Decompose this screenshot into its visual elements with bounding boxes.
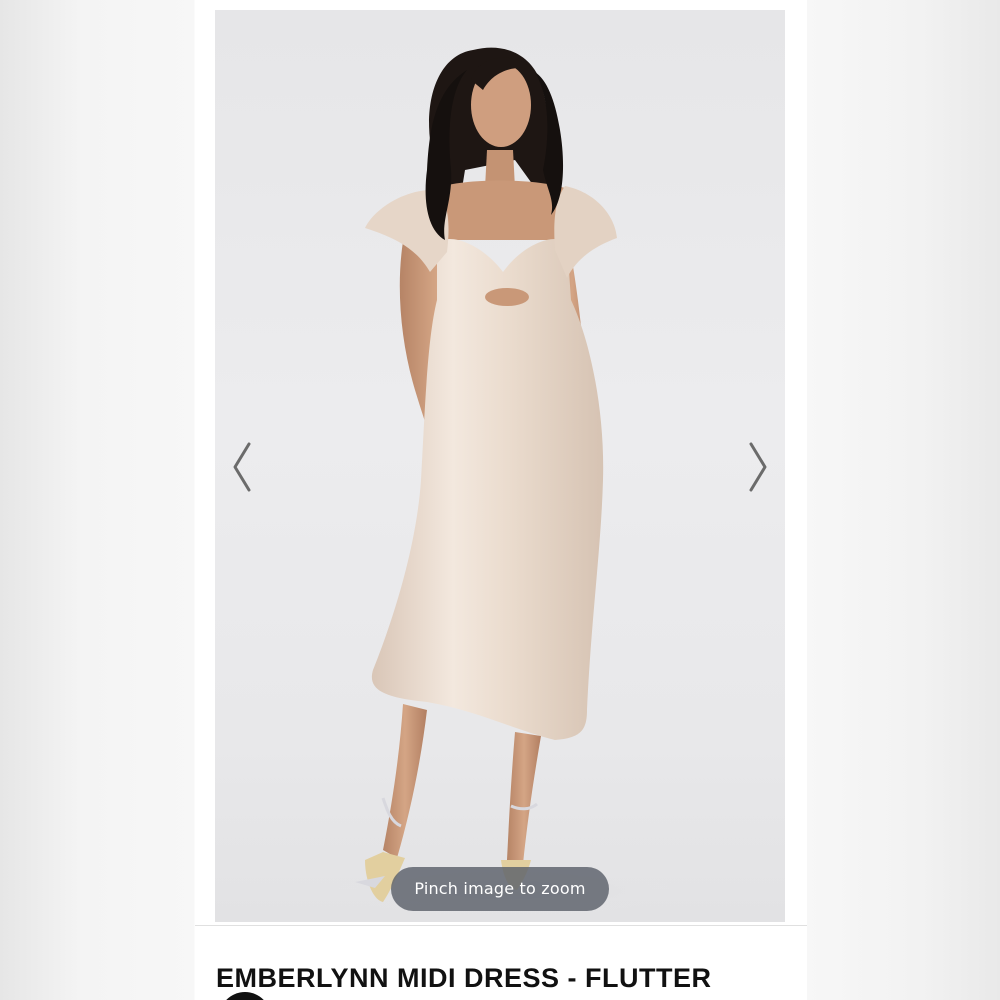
next-image-button[interactable] [743, 440, 771, 494]
previous-image-button[interactable] [229, 440, 257, 494]
zoom-hint-pill: Pinch image to zoom [391, 867, 609, 911]
product-page: Pinch image to zoom EMBERLYNN MIDI DRESS… [195, 0, 807, 1000]
product-title: EMBERLYNN MIDI DRESS - FLUTTER [216, 963, 712, 993]
chevron-right-icon [749, 442, 767, 492]
chevron-left-icon [233, 442, 251, 492]
section-divider [195, 925, 807, 926]
product-image-gallery[interactable]: Pinch image to zoom [215, 10, 785, 922]
product-photo [335, 47, 675, 916]
